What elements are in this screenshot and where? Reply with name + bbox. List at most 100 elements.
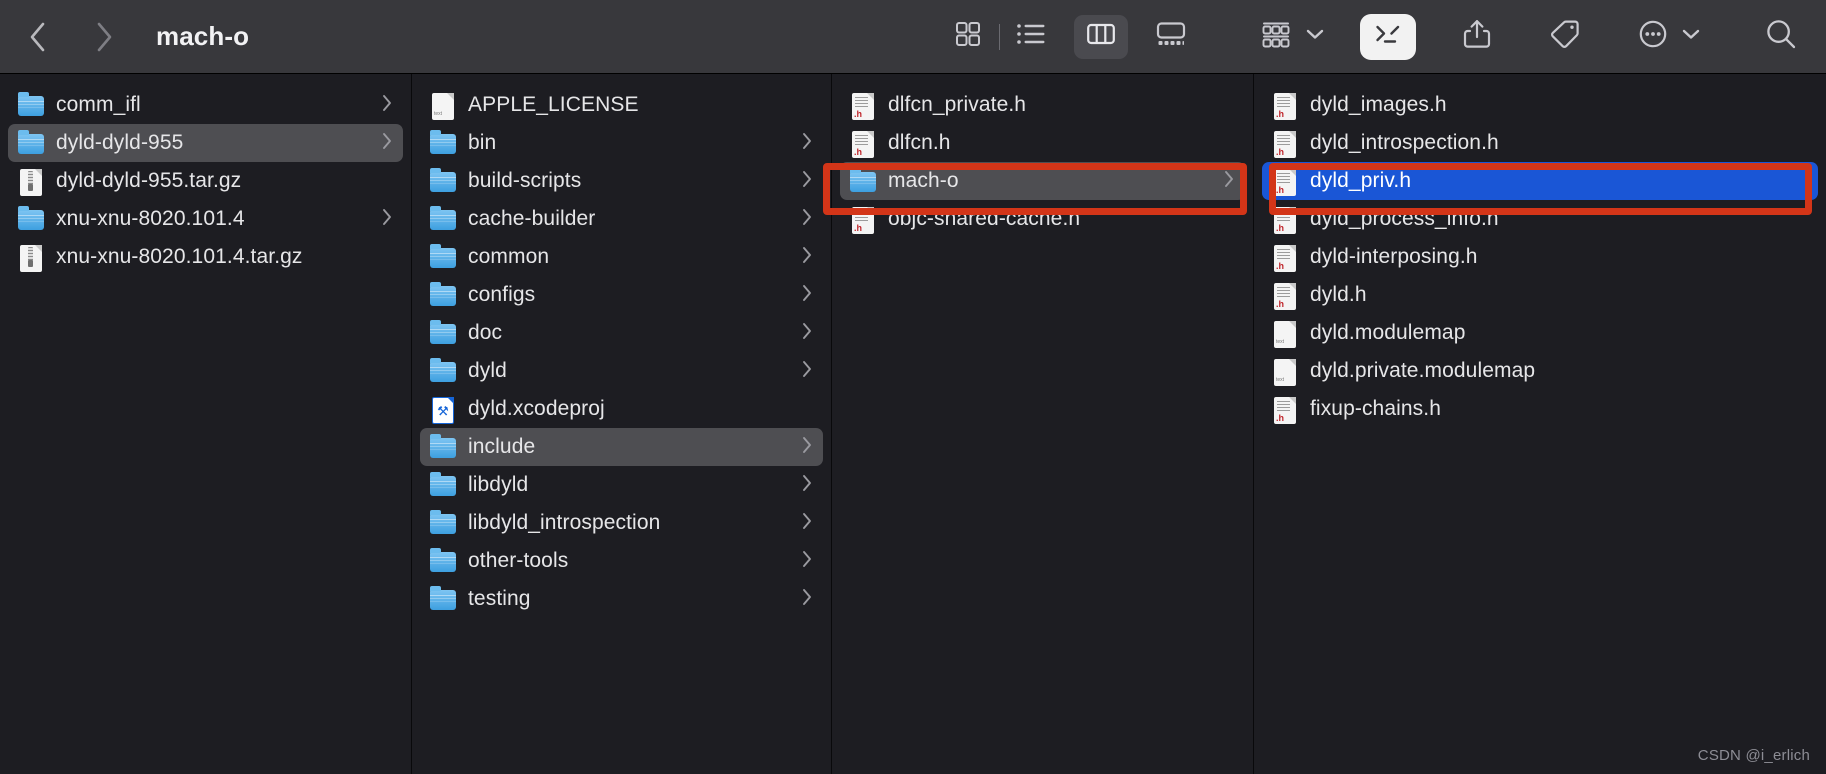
file-row[interactable]: .h dyld_introspection.h bbox=[1262, 124, 1818, 162]
more-actions-caret-button[interactable] bbox=[1680, 27, 1702, 46]
file-row[interactable]: .h dlfcn.h bbox=[840, 124, 1245, 162]
finder-column-2[interactable]: text APPLE_LICENSEbin build-scripts cache-b… bbox=[412, 74, 832, 774]
file-row[interactable]: .h dyld_process_info.h bbox=[1262, 200, 1818, 238]
file-row[interactable]: text APPLE_LICENSE bbox=[420, 86, 823, 124]
file-row-label: dyld_images.h bbox=[1310, 93, 1447, 116]
file-row-label: xnu-xnu-8020.101.4.tar.gz bbox=[56, 245, 303, 268]
file-row-label: dyld-interposing.h bbox=[1310, 245, 1478, 268]
file-row-label: dyld.modulemap bbox=[1310, 321, 1466, 344]
folder-icon bbox=[18, 204, 44, 234]
file-row[interactable]: testing bbox=[420, 580, 823, 618]
file-row-label: dlfcn_private.h bbox=[888, 93, 1027, 116]
file-row-label: cache-builder bbox=[468, 207, 596, 230]
header-file-icon: .h bbox=[1272, 280, 1298, 310]
list-view-button[interactable] bbox=[1004, 15, 1058, 59]
chevron-right-icon bbox=[787, 511, 813, 536]
file-row[interactable]: comm_ifl bbox=[8, 86, 403, 124]
terminal-button[interactable] bbox=[1360, 13, 1416, 60]
file-row[interactable]: ⚒ dyld.xcodeproj bbox=[420, 390, 823, 428]
file-row-label: testing bbox=[468, 587, 531, 610]
chevron-right-icon bbox=[787, 435, 813, 460]
file-row[interactable]: cache-builder bbox=[420, 200, 823, 238]
forward-button[interactable] bbox=[86, 19, 122, 55]
folder-icon bbox=[430, 432, 456, 462]
icon-view-icon bbox=[953, 19, 983, 54]
folder-icon bbox=[430, 508, 456, 538]
chevron-down-icon bbox=[1681, 27, 1701, 46]
file-row-label: common bbox=[468, 245, 550, 268]
file-row[interactable]: dyld-dyld-955 bbox=[8, 124, 403, 162]
file-row[interactable]: common bbox=[420, 238, 823, 276]
finder-column-4[interactable]: .h dyld_images.h .h dyld_introspection.h .h d… bbox=[1254, 74, 1826, 774]
folder-icon bbox=[430, 584, 456, 614]
file-row-label: bin bbox=[468, 131, 497, 154]
chevron-right-icon bbox=[787, 245, 813, 270]
terminal-icon bbox=[1372, 19, 1404, 54]
finder-window: mach-o comm_ifl dyld-dyld-955 dyld-dyld-… bbox=[0, 0, 1826, 774]
file-row[interactable]: mach-o bbox=[840, 162, 1245, 200]
column-view-button[interactable] bbox=[1074, 14, 1128, 59]
tag-button[interactable] bbox=[1538, 15, 1592, 59]
icon-view-button[interactable] bbox=[941, 15, 995, 59]
chevron-left-icon bbox=[26, 20, 50, 54]
file-row[interactable]: .h dyld_priv.h bbox=[1262, 162, 1818, 200]
segment-divider bbox=[999, 23, 1000, 50]
file-row[interactable]: dyld bbox=[420, 352, 823, 390]
file-row[interactable]: libdyld_introspection bbox=[420, 504, 823, 542]
tag-icon bbox=[1549, 18, 1581, 55]
file-row[interactable]: text dyld.modulemap bbox=[1262, 314, 1818, 352]
header-file-icon: .h bbox=[1272, 166, 1298, 196]
folder-icon bbox=[18, 90, 44, 120]
file-row[interactable]: .h dyld-interposing.h bbox=[1262, 238, 1818, 276]
group-by-button[interactable] bbox=[1250, 15, 1304, 59]
finder-column-3[interactable]: .h dlfcn_private.h .h dlfcn.h mach-o .h objc-s… bbox=[832, 74, 1254, 774]
file-row[interactable]: bin bbox=[420, 124, 823, 162]
file-row[interactable]: .h objc-shared-cache.h bbox=[840, 200, 1245, 238]
share-button[interactable] bbox=[1450, 15, 1504, 59]
more-actions-button[interactable] bbox=[1626, 15, 1680, 59]
file-row[interactable]: text dyld.private.modulemap bbox=[1262, 352, 1818, 390]
file-row[interactable]: include bbox=[420, 428, 823, 466]
column-view-icon bbox=[1085, 19, 1117, 54]
page-title: mach-o bbox=[156, 21, 250, 51]
file-row[interactable]: .h dyld.h bbox=[1262, 276, 1818, 314]
header-file-icon: .h bbox=[1272, 90, 1298, 120]
gallery-view-button[interactable] bbox=[1144, 15, 1198, 59]
finder-column-1[interactable]: comm_ifl dyld-dyld-955 dyld-dyld-955.tar.g… bbox=[0, 74, 412, 774]
back-button[interactable] bbox=[20, 19, 56, 55]
group-by-caret-button[interactable] bbox=[1304, 27, 1326, 46]
header-file-icon: .h bbox=[1272, 128, 1298, 158]
folder-icon bbox=[430, 280, 456, 310]
search-button[interactable] bbox=[1754, 15, 1808, 59]
chevron-right-icon bbox=[787, 169, 813, 194]
view-mode-segmented-control bbox=[941, 14, 1198, 59]
file-row-label: libdyld bbox=[468, 473, 529, 496]
list-view-icon bbox=[1015, 19, 1047, 54]
folder-icon bbox=[430, 318, 456, 348]
file-row[interactable]: xnu-xnu-8020.101.4 bbox=[8, 200, 403, 238]
file-row-label: doc bbox=[468, 321, 503, 344]
header-file-icon: .h bbox=[850, 128, 876, 158]
file-row[interactable]: dyld-dyld-955.tar.gz bbox=[8, 162, 403, 200]
file-row-label: fixup-chains.h bbox=[1310, 397, 1441, 420]
folder-icon bbox=[430, 128, 456, 158]
file-row[interactable]: build-scripts bbox=[420, 162, 823, 200]
file-row[interactable]: .h fixup-chains.h bbox=[1262, 390, 1818, 428]
file-row[interactable]: .h dlfcn_private.h bbox=[840, 86, 1245, 124]
file-row[interactable]: configs bbox=[420, 276, 823, 314]
file-row-label: mach-o bbox=[888, 169, 959, 192]
folder-icon bbox=[430, 546, 456, 576]
file-row-label: dyld.h bbox=[1310, 283, 1367, 306]
file-row-label: dyld_process_info.h bbox=[1310, 207, 1499, 230]
file-row-label: xnu-xnu-8020.101.4 bbox=[56, 207, 245, 230]
gallery-view-icon bbox=[1154, 19, 1188, 54]
file-row[interactable]: xnu-xnu-8020.101.4.tar.gz bbox=[8, 238, 403, 276]
file-row-label: dyld.xcodeproj bbox=[468, 397, 605, 420]
file-row[interactable]: .h dyld_images.h bbox=[1262, 86, 1818, 124]
chevron-right-icon bbox=[787, 131, 813, 156]
file-row[interactable]: doc bbox=[420, 314, 823, 352]
chevron-right-icon bbox=[1209, 169, 1235, 194]
more-ellipsis-icon bbox=[1637, 18, 1669, 55]
file-row[interactable]: libdyld bbox=[420, 466, 823, 504]
file-row[interactable]: other-tools bbox=[420, 542, 823, 580]
